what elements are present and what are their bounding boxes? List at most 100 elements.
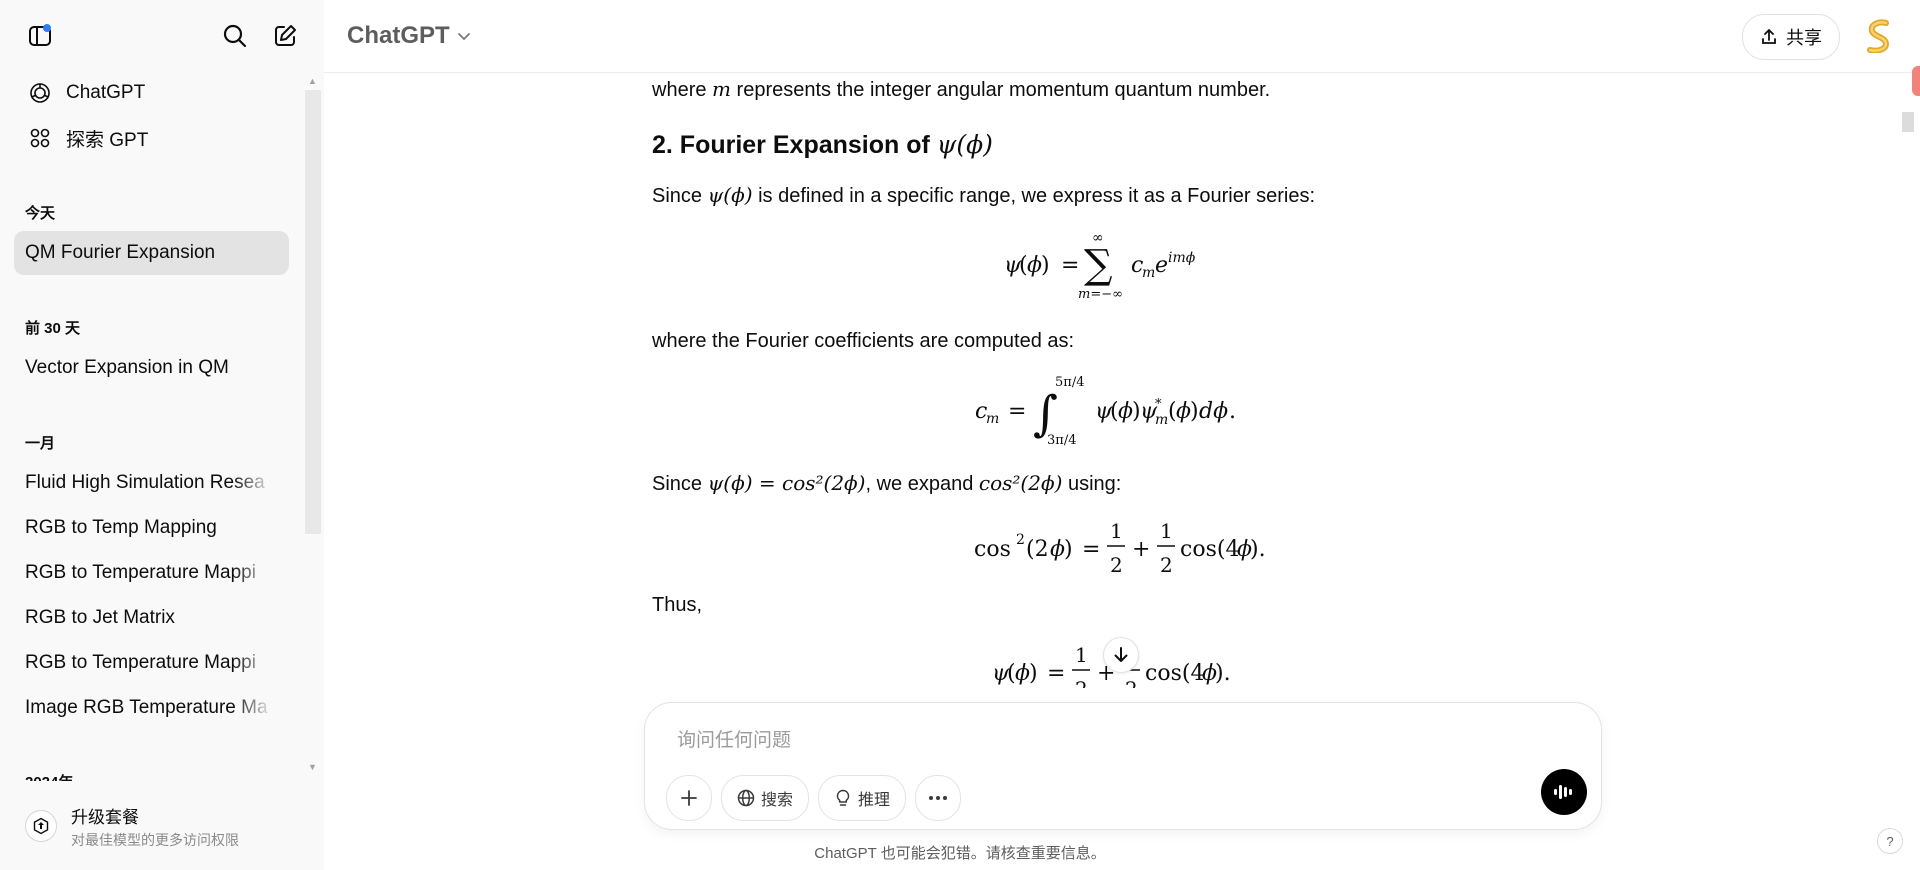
- upgrade-title: 升级套餐: [71, 807, 139, 827]
- sidebar-nav-chatgpt[interactable]: ChatGPT: [14, 72, 290, 114]
- disclaimer-text: ChatGPT 也可能会犯错。请核查重要信息。: [814, 845, 1106, 862]
- chat-item[interactable]: RGB to Jet Matrix: [14, 596, 289, 640]
- paragraph-line: Since ψ(ϕ) = cos²(2ϕ), we expand cos²(2ϕ…: [652, 471, 1121, 496]
- text-segment: is defined in a specific range, we expre…: [752, 185, 1315, 207]
- svg-text:2: 2: [1160, 553, 1173, 577]
- accent-edge-marker: [1912, 66, 1920, 96]
- globe-icon: [737, 789, 755, 807]
- display-equation-fourier-series: ψ ( ϕ ) = ∞ ∑ m=−∞ c m e imϕ: [1004, 228, 1234, 308]
- chat-item[interactable]: RGB to Temp Mapping: [14, 506, 289, 550]
- share-label: 共享: [1786, 28, 1822, 48]
- svg-text:ϕ: ϕ: [1015, 661, 1030, 686]
- plus-icon: [681, 790, 697, 806]
- chat-item[interactable]: RGB to Temperature Mappi: [14, 641, 289, 685]
- svg-text:1: 1: [1110, 519, 1123, 543]
- paragraph-line: Since ψ(ϕ) is defined in a specific rang…: [652, 183, 1315, 208]
- svg-text:∑: ∑: [1084, 242, 1113, 288]
- svg-text:imϕ: imϕ: [1168, 250, 1196, 266]
- search-icon: [223, 24, 247, 48]
- user-avatar[interactable]: [1861, 18, 1897, 54]
- sidebar-scrollbar[interactable]: [305, 90, 321, 534]
- chat-item-label: RGB to Jet Matrix: [25, 607, 175, 628]
- inline-math: m: [712, 77, 731, 101]
- svg-text:).: ).: [1250, 537, 1264, 562]
- voice-mode-button[interactable]: [1541, 769, 1587, 815]
- section-title-january: 一月: [25, 435, 56, 452]
- svg-text:+: +: [1132, 537, 1150, 562]
- display-equation-trig-identity: cos 2 (2 ϕ ) = 1 2 + 1 2 cos(4 ϕ ).: [974, 514, 1266, 590]
- svg-text:).: ).: [1215, 661, 1231, 686]
- svg-text:1: 1: [1075, 643, 1088, 667]
- trig-identity-formula: cos 2 (2 ϕ ) = 1 2 + 1 2 cos(4 ϕ ).: [974, 519, 1266, 577]
- chat-item-label: RGB to Temp Mapping: [25, 517, 217, 538]
- text-segment: using:: [1062, 473, 1122, 495]
- chat-item-label: RGB to Temperature Mappi: [25, 562, 256, 583]
- model-selector[interactable]: ChatGPT: [347, 18, 478, 54]
- sidebar-nav-label: ChatGPT: [66, 82, 146, 103]
- inline-math: ψ(ϕ): [936, 130, 993, 159]
- svg-text:e: e: [1155, 253, 1168, 278]
- section-heading: 2. Fourier Expansion of ψ(ϕ): [652, 130, 993, 160]
- sidebar-scroll-down-arrow[interactable]: ▼: [308, 762, 317, 772]
- svg-text:ϕ: ϕ: [1050, 537, 1065, 562]
- top-header: ChatGPT 共享: [324, 0, 1920, 73]
- text-segment: Since: [652, 473, 708, 495]
- coefficient-integral-formula: c m = ∫ 5π/4 3π/4 ψ ( ϕ ) ψ * m ( ϕ ) dϕ…: [975, 375, 1236, 448]
- grid-icon: [28, 126, 52, 150]
- heading-text: 2. Fourier Expansion of: [652, 131, 937, 159]
- paragraph-line: where m represents the integer angular m…: [652, 77, 1270, 102]
- search-chats-button[interactable]: [217, 18, 253, 54]
- attach-button[interactable]: [666, 775, 712, 821]
- svg-text:=: =: [1061, 253, 1079, 278]
- svg-text:cos: cos: [974, 537, 1011, 562]
- svg-text:m: m: [986, 411, 999, 427]
- search-toggle-button[interactable]: 搜索: [721, 775, 809, 821]
- voice-waveform-icon: [1554, 785, 1572, 799]
- main-scrollbar-thumb[interactable]: [1902, 112, 1914, 132]
- sidebar: ChatGPT 探索 GPT 今天 QM Fourier Expansion 前…: [0, 0, 324, 870]
- chat-item[interactable]: Fluid High Simulation Resea: [14, 461, 289, 505]
- lightbulb-icon: [836, 789, 850, 806]
- text-segment: where: [652, 79, 713, 101]
- chat-item-qm-fourier-expansion[interactable]: QM Fourier Expansion: [14, 231, 289, 275]
- svg-text:=: =: [1008, 399, 1026, 424]
- reason-toggle-label: 推理: [857, 792, 890, 809]
- text-segment: represents the integer angular momentum …: [731, 79, 1271, 101]
- svg-text:m: m: [1142, 265, 1155, 281]
- share-button[interactable]: 共享: [1742, 14, 1840, 60]
- display-equation-coefficients: c m = ∫ 5π/4 3π/4 ψ ( ϕ ) ψ * m ( ϕ ) dϕ…: [975, 372, 1265, 454]
- chat-item[interactable]: Image RGB Temperature Ma: [14, 686, 289, 730]
- svg-text:): ): [1190, 399, 1199, 424]
- ellipsis-icon: [929, 796, 947, 800]
- svg-text:): ): [1029, 661, 1038, 686]
- prompt-input[interactable]: 询问任何问题: [677, 725, 791, 752]
- chat-item-label: Fluid High Simulation Resea: [25, 472, 265, 493]
- sidebar-toggle-button[interactable]: [22, 18, 58, 54]
- share-icon: [1762, 29, 1776, 44]
- chat-item-vector-expansion[interactable]: Vector Expansion in QM: [14, 346, 289, 390]
- inline-math: ψ(ϕ): [707, 183, 753, 207]
- chat-item-label: RGB to Temperature Mappi: [25, 652, 256, 673]
- more-tools-button[interactable]: [915, 775, 961, 821]
- section-title-last-30-days: 前 30 天: [25, 320, 81, 337]
- svg-text:=: =: [1082, 537, 1100, 562]
- scroll-to-bottom-button[interactable]: [1103, 637, 1139, 673]
- svg-text:2: 2: [1016, 532, 1025, 548]
- sidebar-nav-label: 探索 GPT: [66, 129, 149, 151]
- help-button[interactable]: ?: [1877, 828, 1903, 854]
- svg-text:*: *: [1155, 397, 1162, 412]
- reason-toggle-button[interactable]: 推理: [818, 775, 906, 821]
- inline-math: ψ(ϕ) = cos²(2ϕ): [707, 471, 866, 495]
- svg-text:2: 2: [1075, 677, 1088, 688]
- sidebar-nav-explore-gpt[interactable]: 探索 GPT: [14, 117, 290, 159]
- svg-text:1: 1: [1160, 519, 1173, 543]
- section-title-2024: 2024年: [25, 771, 73, 781]
- chat-item[interactable]: RGB to Temperature Mappi: [14, 551, 289, 595]
- svg-text:ϕ: ϕ: [1176, 399, 1191, 424]
- new-chat-button[interactable]: [267, 18, 303, 54]
- svg-text:cos(4: cos(4: [1180, 537, 1239, 562]
- chat-item-label: Vector Expansion in QM: [25, 357, 229, 378]
- message-composer: 询问任何问题 搜索 推理: [644, 702, 1602, 830]
- chat-item-label: QM Fourier Expansion: [25, 242, 216, 263]
- sidebar-scroll-up-arrow[interactable]: ▲: [308, 76, 317, 86]
